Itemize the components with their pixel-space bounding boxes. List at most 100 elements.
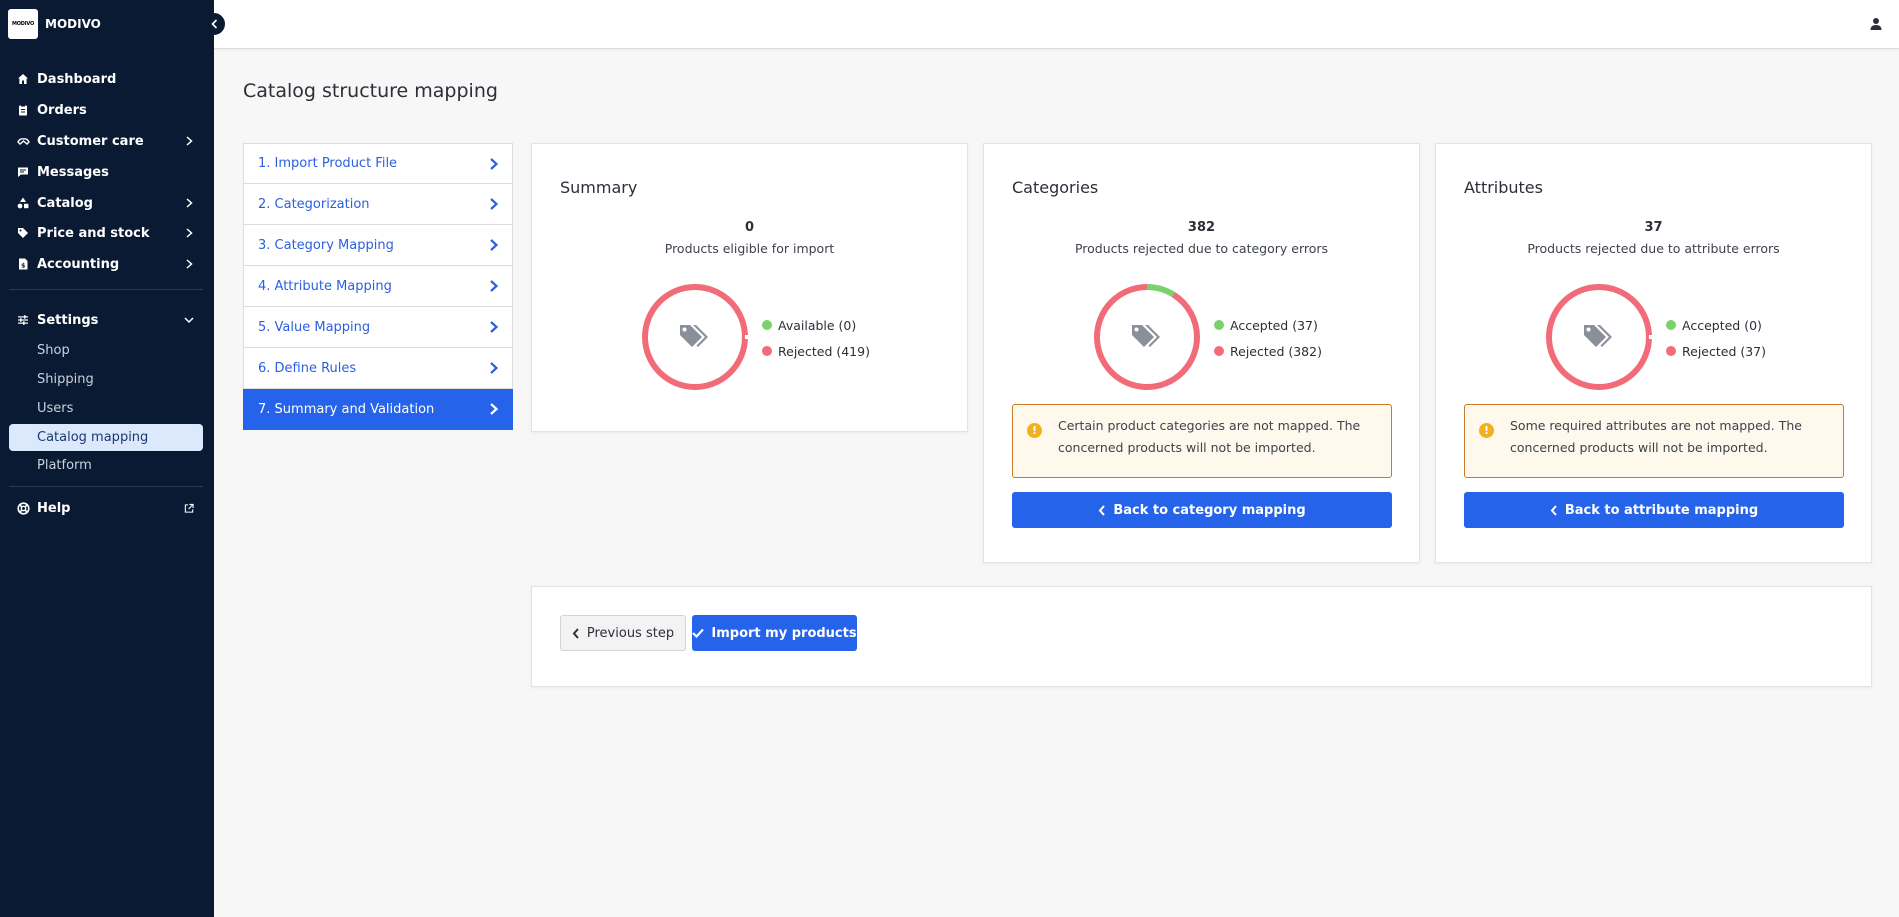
step-label: 6. Define Rules — [258, 360, 357, 376]
categories-label: Products rejected due to category errors — [1074, 241, 1329, 256]
brand-logo: MODIVO — [8, 9, 38, 39]
legend-item: Accepted (0) — [1666, 312, 1766, 338]
brand[interactable]: MODIVO MODIVO — [0, 0, 214, 48]
back-to-attribute-mapping-button[interactable]: Back to attribute mapping — [1464, 492, 1844, 528]
legend-label: Available (0) — [778, 317, 857, 333]
warning-icon: ! — [1479, 423, 1494, 438]
nav-label: Customer care — [37, 133, 144, 149]
chevron-down-icon — [184, 314, 194, 326]
summary-card: Summary 0 Products eligible for import A… — [531, 143, 968, 432]
attributes-card: Attributes 37 Products rejected due to a… — [1435, 143, 1872, 563]
nav-messages[interactable]: Messages — [0, 159, 214, 185]
nav-label: Orders — [37, 102, 87, 118]
legend-dot — [762, 346, 772, 356]
legend-item: Rejected (382) — [1214, 338, 1322, 364]
sidebar: MODIVO MODIVO Dashboard Orders Customer … — [0, 0, 214, 917]
nav-settings-shipping[interactable]: Shipping — [9, 366, 203, 393]
legend-label: Rejected (37) — [1682, 343, 1767, 359]
tags-icon — [1132, 325, 1160, 347]
step-define-rules[interactable]: 6. Define Rules — [243, 348, 513, 389]
invoice-icon: $ — [16, 257, 30, 271]
summary-legend: Available (0) Rejected (419) — [762, 312, 870, 364]
legend-dot — [1214, 346, 1224, 356]
user-icon[interactable] — [1869, 17, 1883, 31]
nav-help[interactable]: Help — [0, 495, 214, 521]
legend-item: Available (0) — [762, 312, 870, 338]
tag-icon — [16, 226, 30, 240]
donut-gap — [1649, 335, 1656, 339]
nav-divider — [9, 289, 203, 290]
nav-label: Settings — [37, 312, 99, 328]
sliders-icon — [16, 313, 30, 327]
legend-dot — [1666, 320, 1676, 330]
categories-warning-alert: ! Certain product categories are not map… — [1012, 404, 1392, 478]
svg-text:$: $ — [21, 262, 25, 269]
attributes-count: 37 — [1644, 220, 1663, 235]
back-to-category-mapping-button[interactable]: Back to category mapping — [1012, 492, 1392, 528]
button-label: Back to attribute mapping — [1564, 502, 1759, 518]
step-categorization[interactable]: 2. Categorization — [243, 184, 513, 225]
alert-text: Certain product categories are not mappe… — [1058, 418, 1361, 455]
chevron-left-icon — [210, 19, 217, 29]
step-label: 5. Value Mapping — [258, 319, 371, 335]
step-import-product-file[interactable]: 1. Import Product File — [243, 143, 513, 184]
categories-count: 382 — [1187, 220, 1216, 235]
shapes-icon — [16, 196, 30, 210]
step-value-mapping[interactable]: 5. Value Mapping — [243, 307, 513, 348]
categories-donut — [1092, 282, 1202, 392]
nav-label: Catalog — [37, 195, 93, 211]
collapse-sidebar-button[interactable] — [203, 13, 225, 35]
card-title: Attributes — [1464, 178, 1543, 197]
chevron-right-icon — [184, 227, 194, 239]
tags-icon — [680, 325, 708, 347]
step-label: 7. Summary and Validation — [258, 401, 435, 417]
brand-name: MODIVO — [45, 17, 101, 31]
card-title: Summary — [560, 178, 638, 197]
legend-label: Rejected (382) — [1230, 343, 1322, 359]
legend-dot — [1214, 320, 1224, 330]
nav-settings-catalog-mapping[interactable]: Catalog mapping — [9, 424, 203, 451]
nav-orders[interactable]: Orders — [0, 97, 214, 123]
step-attribute-mapping[interactable]: 4. Attribute Mapping — [243, 266, 513, 307]
nav-label: Help — [37, 500, 71, 516]
nav-settings[interactable]: Settings — [0, 307, 214, 333]
nav-customer-care[interactable]: Customer care — [0, 128, 214, 154]
nav-settings-platform[interactable]: Platform — [9, 452, 203, 479]
external-link-icon — [184, 502, 194, 514]
button-label: Back to category mapping — [1113, 502, 1306, 518]
nav-settings-users[interactable]: Users — [9, 395, 203, 422]
step-label: 3. Category Mapping — [258, 237, 394, 253]
summary-count: 0 — [744, 220, 755, 235]
summary-donut — [640, 282, 752, 392]
nav-catalog[interactable]: Catalog — [0, 190, 214, 216]
nav-settings-shop[interactable]: Shop — [9, 337, 203, 364]
step-summary-validation[interactable]: 7. Summary and Validation — [243, 389, 513, 430]
summary-label: Products eligible for import — [664, 241, 835, 256]
nav-price-stock[interactable]: Price and stock — [0, 220, 214, 246]
alert-text: Some required attributes are not mapped.… — [1510, 418, 1802, 455]
card-title: Categories — [1012, 178, 1099, 197]
donut-gap — [745, 335, 752, 339]
chevron-right-icon — [490, 157, 499, 170]
lifebuoy-icon — [16, 501, 30, 515]
page-title: Catalog structure mapping — [243, 80, 498, 102]
nav-dashboard[interactable]: Dashboard — [0, 66, 214, 92]
nav-label: Dashboard — [37, 71, 117, 87]
chevron-right-icon — [490, 198, 499, 210]
home-icon — [16, 72, 30, 86]
clipboard-icon — [16, 103, 30, 117]
chevron-right-icon — [490, 362, 499, 374]
attributes-warning-alert: ! Some required attributes are not mappe… — [1464, 404, 1844, 478]
nav-label: Messages — [37, 164, 109, 180]
legend-label: Rejected (419) — [778, 343, 870, 359]
legend-item: Accepted (37) — [1214, 312, 1322, 338]
import-products-button[interactable]: Import my products — [692, 615, 857, 651]
step-category-mapping[interactable]: 3. Category Mapping — [243, 225, 513, 266]
legend-dot — [762, 320, 772, 330]
nav-accounting[interactable]: $ Accounting — [0, 251, 214, 277]
previous-step-button[interactable]: Previous step — [560, 615, 686, 651]
steps-list: 1. Import Product File 2. Categorization… — [243, 143, 513, 430]
nav-divider — [9, 486, 203, 487]
warning-icon: ! — [1027, 423, 1042, 438]
legend-label: Accepted (37) — [1230, 317, 1318, 333]
